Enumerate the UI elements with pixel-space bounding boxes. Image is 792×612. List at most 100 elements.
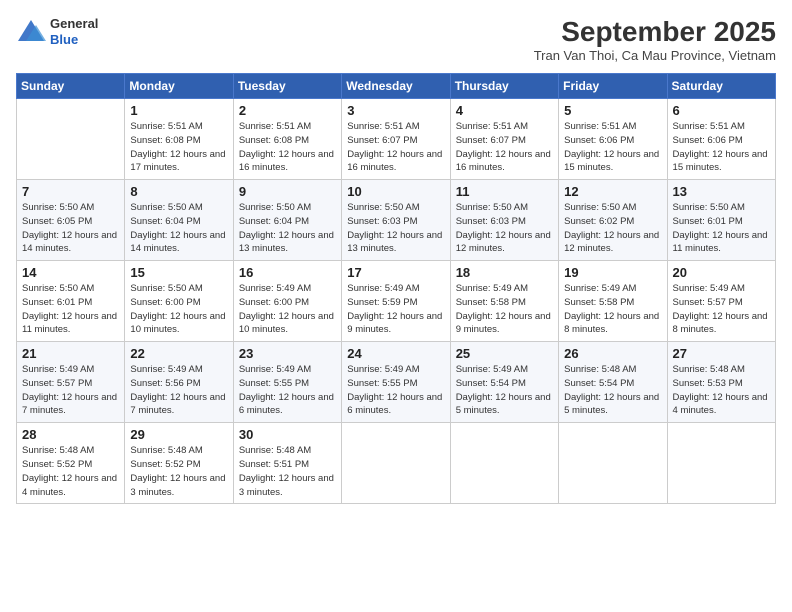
calendar-cell: 29 Sunrise: 5:48 AMSunset: 5:52 PMDayligh… bbox=[125, 423, 233, 504]
day-number: 9 bbox=[239, 184, 336, 199]
day-number: 17 bbox=[347, 265, 444, 280]
calendar-cell: 2 Sunrise: 5:51 AMSunset: 6:08 PMDaylight… bbox=[233, 99, 341, 180]
day-info: Sunrise: 5:49 AMSunset: 5:55 PMDaylight:… bbox=[347, 363, 444, 418]
day-number: 12 bbox=[564, 184, 661, 199]
day-info: Sunrise: 5:51 AMSunset: 6:08 PMDaylight:… bbox=[239, 120, 336, 175]
weekday-header: Tuesday bbox=[233, 74, 341, 99]
location: Tran Van Thoi, Ca Mau Province, Vietnam bbox=[534, 48, 776, 63]
calendar-cell: 17 Sunrise: 5:49 AMSunset: 5:59 PMDayligh… bbox=[342, 261, 450, 342]
calendar-cell: 8 Sunrise: 5:50 AMSunset: 6:04 PMDaylight… bbox=[125, 180, 233, 261]
day-number: 15 bbox=[130, 265, 227, 280]
calendar-cell bbox=[450, 423, 558, 504]
day-number: 24 bbox=[347, 346, 444, 361]
day-info: Sunrise: 5:49 AMSunset: 5:55 PMDaylight:… bbox=[239, 363, 336, 418]
calendar-cell: 20Sunrise: 5:49 AMSunset: 5:57 PMDayligh… bbox=[667, 261, 775, 342]
day-info: Sunrise: 5:51 AMSunset: 6:07 PMDaylight:… bbox=[347, 120, 444, 175]
calendar-cell: 13 Sunrise: 5:50 AMSunset: 6:01 PMDayligh… bbox=[667, 180, 775, 261]
day-number: 11 bbox=[456, 184, 553, 199]
logo-icon bbox=[16, 17, 46, 47]
calendar-cell: 1 Sunrise: 5:51 AMSunset: 6:08 PMDaylight… bbox=[125, 99, 233, 180]
day-number: 16 bbox=[239, 265, 336, 280]
calendar-cell: 9 Sunrise: 5:50 AMSunset: 6:04 PMDaylight… bbox=[233, 180, 341, 261]
day-info: Sunrise: 5:51 AMSunset: 6:06 PMDaylight:… bbox=[673, 120, 770, 175]
day-number: 2 bbox=[239, 103, 336, 118]
day-info: Sunrise: 5:50 AMSunset: 6:01 PMDaylight:… bbox=[22, 282, 119, 337]
calendar-cell bbox=[342, 423, 450, 504]
day-info: Sunrise: 5:50 AMSunset: 6:03 PMDaylight:… bbox=[347, 201, 444, 256]
weekday-header: Saturday bbox=[667, 74, 775, 99]
day-info: Sunrise: 5:49 AMSunset: 5:56 PMDaylight:… bbox=[130, 363, 227, 418]
calendar-cell: 23 Sunrise: 5:49 AMSunset: 5:55 PMDayligh… bbox=[233, 342, 341, 423]
weekday-header: Sunday bbox=[17, 74, 125, 99]
day-number: 29 bbox=[130, 427, 227, 442]
weekday-header: Monday bbox=[125, 74, 233, 99]
day-info: Sunrise: 5:50 AMSunset: 6:02 PMDaylight:… bbox=[564, 201, 661, 256]
calendar-cell bbox=[17, 99, 125, 180]
day-info: Sunrise: 5:51 AMSunset: 6:07 PMDaylight:… bbox=[456, 120, 553, 175]
day-info: Sunrise: 5:50 AMSunset: 6:04 PMDaylight:… bbox=[239, 201, 336, 256]
page-header: General Blue September 2025 Tran Van Tho… bbox=[16, 16, 776, 63]
calendar-cell: 26 Sunrise: 5:48 AMSunset: 5:54 PMDayligh… bbox=[559, 342, 667, 423]
calendar-cell: 15 Sunrise: 5:50 AMSunset: 6:00 PMDayligh… bbox=[125, 261, 233, 342]
day-info: Sunrise: 5:50 AMSunset: 6:00 PMDaylight:… bbox=[130, 282, 227, 337]
day-number: 6 bbox=[673, 103, 770, 118]
day-info: Sunrise: 5:50 AMSunset: 6:05 PMDaylight:… bbox=[22, 201, 119, 256]
day-number: 10 bbox=[347, 184, 444, 199]
day-info: Sunrise: 5:50 AMSunset: 6:04 PMDaylight:… bbox=[130, 201, 227, 256]
day-info: Sunrise: 5:48 AMSunset: 5:53 PMDaylight:… bbox=[673, 363, 770, 418]
calendar-cell: 24 Sunrise: 5:49 AMSunset: 5:55 PMDayligh… bbox=[342, 342, 450, 423]
calendar-cell: 10 Sunrise: 5:50 AMSunset: 6:03 PMDayligh… bbox=[342, 180, 450, 261]
weekday-header: Friday bbox=[559, 74, 667, 99]
day-number: 25 bbox=[456, 346, 553, 361]
day-info: Sunrise: 5:50 AMSunset: 6:01 PMDaylight:… bbox=[673, 201, 770, 256]
weekday-header: Wednesday bbox=[342, 74, 450, 99]
calendar-cell: 25 Sunrise: 5:49 AMSunset: 5:54 PMDayligh… bbox=[450, 342, 558, 423]
calendar-cell: 22 Sunrise: 5:49 AMSunset: 5:56 PMDayligh… bbox=[125, 342, 233, 423]
day-number: 30 bbox=[239, 427, 336, 442]
title-block: September 2025 Tran Van Thoi, Ca Mau Pro… bbox=[534, 16, 776, 63]
calendar-cell: 27Sunrise: 5:48 AMSunset: 5:53 PMDayligh… bbox=[667, 342, 775, 423]
day-number: 19 bbox=[564, 265, 661, 280]
day-number: 4 bbox=[456, 103, 553, 118]
logo: General Blue bbox=[16, 16, 98, 47]
day-number: 28 bbox=[22, 427, 119, 442]
day-info: Sunrise: 5:48 AMSunset: 5:52 PMDaylight:… bbox=[130, 444, 227, 499]
calendar-cell: 12 Sunrise: 5:50 AMSunset: 6:02 PMDayligh… bbox=[559, 180, 667, 261]
calendar-cell: 3 Sunrise: 5:51 AMSunset: 6:07 PMDaylight… bbox=[342, 99, 450, 180]
day-number: 26 bbox=[564, 346, 661, 361]
calendar-cell: 30Sunrise: 5:48 AMSunset: 5:51 PMDayligh… bbox=[233, 423, 341, 504]
day-info: Sunrise: 5:49 AMSunset: 5:58 PMDaylight:… bbox=[564, 282, 661, 337]
calendar-cell: 6 Sunrise: 5:51 AMSunset: 6:06 PMDaylight… bbox=[667, 99, 775, 180]
calendar-cell bbox=[667, 423, 775, 504]
day-number: 3 bbox=[347, 103, 444, 118]
day-info: Sunrise: 5:49 AMSunset: 5:57 PMDaylight:… bbox=[22, 363, 119, 418]
day-number: 21 bbox=[22, 346, 119, 361]
calendar-cell: 7 Sunrise: 5:50 AMSunset: 6:05 PMDaylight… bbox=[17, 180, 125, 261]
month-title: September 2025 bbox=[534, 16, 776, 48]
day-info: Sunrise: 5:49 AMSunset: 5:54 PMDaylight:… bbox=[456, 363, 553, 418]
day-info: Sunrise: 5:49 AMSunset: 5:58 PMDaylight:… bbox=[456, 282, 553, 337]
logo-text: General Blue bbox=[50, 16, 98, 47]
day-number: 14 bbox=[22, 265, 119, 280]
calendar-table: SundayMondayTuesdayWednesdayThursdayFrid… bbox=[16, 73, 776, 504]
day-info: Sunrise: 5:49 AMSunset: 6:00 PMDaylight:… bbox=[239, 282, 336, 337]
day-number: 23 bbox=[239, 346, 336, 361]
calendar-cell: 4 Sunrise: 5:51 AMSunset: 6:07 PMDaylight… bbox=[450, 99, 558, 180]
day-number: 7 bbox=[22, 184, 119, 199]
day-info: Sunrise: 5:50 AMSunset: 6:03 PMDaylight:… bbox=[456, 201, 553, 256]
day-number: 22 bbox=[130, 346, 227, 361]
day-info: Sunrise: 5:51 AMSunset: 6:06 PMDaylight:… bbox=[564, 120, 661, 175]
day-number: 13 bbox=[673, 184, 770, 199]
day-number: 8 bbox=[130, 184, 227, 199]
calendar-cell: 14 Sunrise: 5:50 AMSunset: 6:01 PMDayligh… bbox=[17, 261, 125, 342]
day-info: Sunrise: 5:48 AMSunset: 5:54 PMDaylight:… bbox=[564, 363, 661, 418]
day-info: Sunrise: 5:51 AMSunset: 6:08 PMDaylight:… bbox=[130, 120, 227, 175]
calendar-cell: 21 Sunrise: 5:49 AMSunset: 5:57 PMDayligh… bbox=[17, 342, 125, 423]
calendar-cell: 5 Sunrise: 5:51 AMSunset: 6:06 PMDaylight… bbox=[559, 99, 667, 180]
day-number: 20 bbox=[673, 265, 770, 280]
day-number: 5 bbox=[564, 103, 661, 118]
day-info: Sunrise: 5:49 AMSunset: 5:59 PMDaylight:… bbox=[347, 282, 444, 337]
calendar-cell: 16 Sunrise: 5:49 AMSunset: 6:00 PMDayligh… bbox=[233, 261, 341, 342]
calendar-cell: 18Sunrise: 5:49 AMSunset: 5:58 PMDayligh… bbox=[450, 261, 558, 342]
day-number: 1 bbox=[130, 103, 227, 118]
